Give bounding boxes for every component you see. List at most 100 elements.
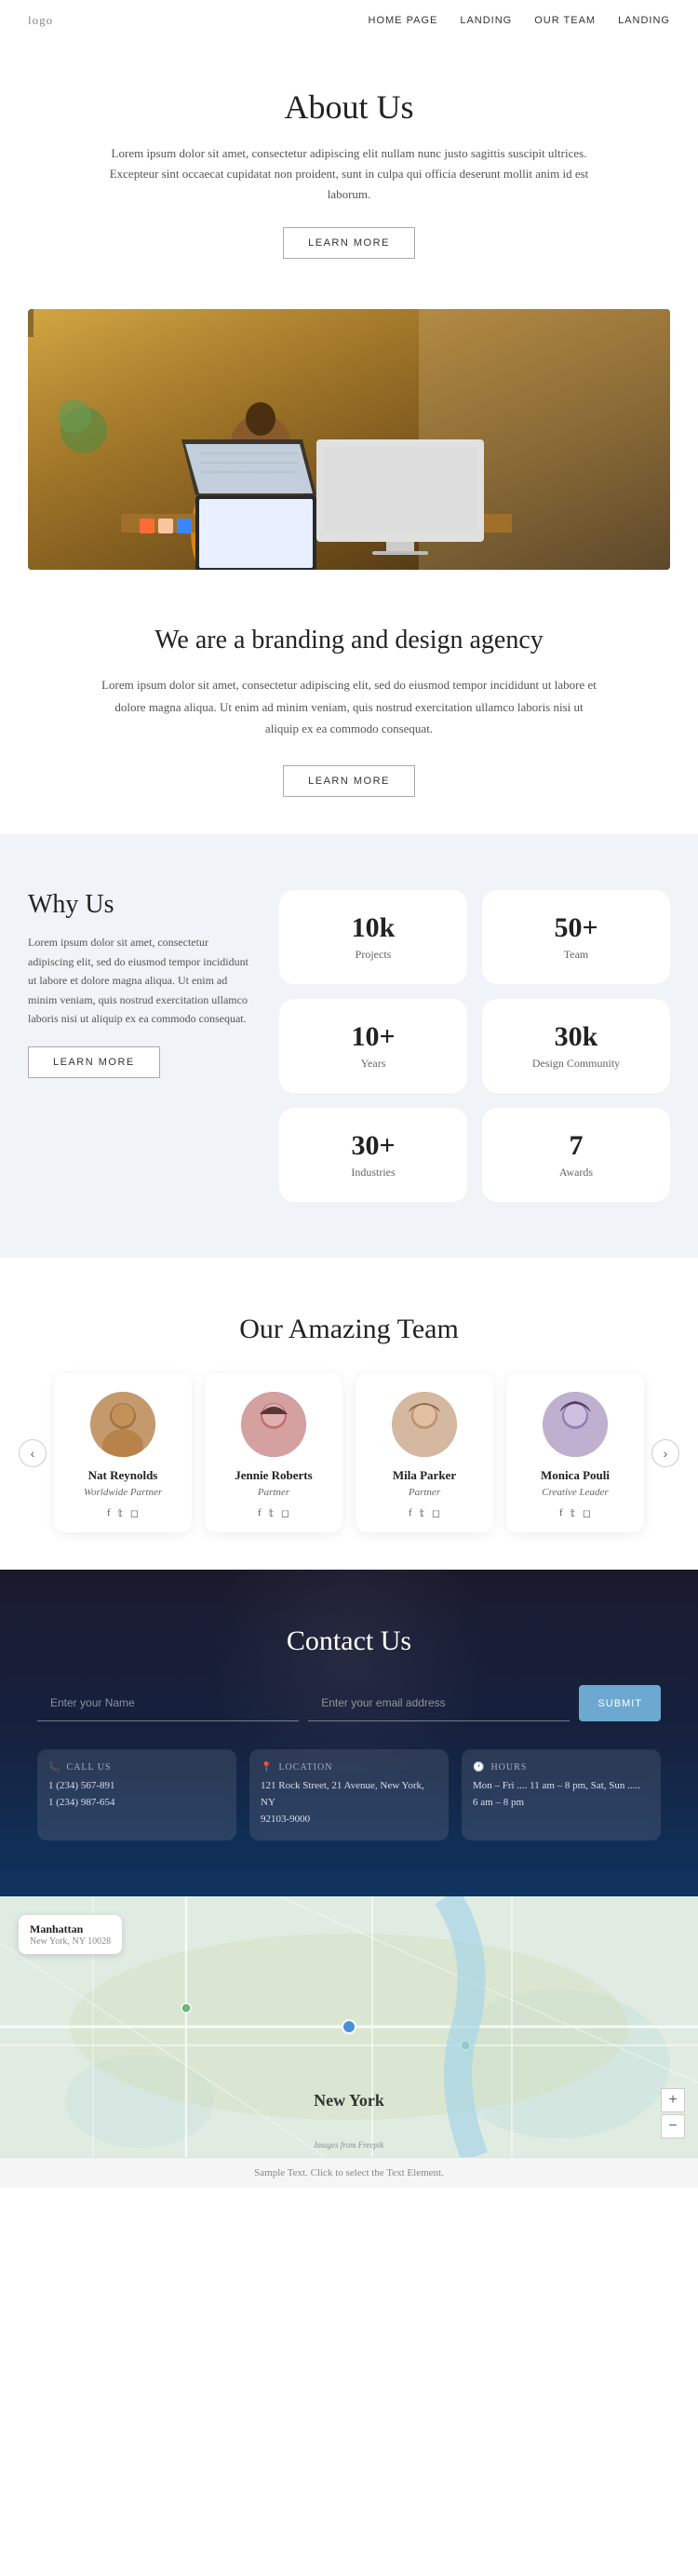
stat-ind-label: Industries — [298, 1166, 449, 1180]
avatar-monica — [543, 1392, 608, 1457]
contact-call-card: 📞 CALL US 1 (234) 567-891 1 (234) 987-65… — [37, 1749, 236, 1841]
team-card-4: Monica Pouli Creative Leader f 𝕥 ◻ — [506, 1373, 644, 1532]
call-line2: 1 (234) 987-654 — [48, 1795, 225, 1812]
team-cards: Nat Reynolds Worldwide Partner f 𝕥 ◻ — [47, 1373, 651, 1532]
hours-title: 🕐 HOURS — [473, 1762, 650, 1773]
contact-name-input[interactable] — [37, 1685, 299, 1721]
hero-image — [28, 309, 670, 570]
instagram-icon-3[interactable]: ◻ — [432, 1507, 440, 1519]
stat-projects: 10k Projects — [279, 890, 467, 984]
team-title: Our Amazing Team — [19, 1314, 679, 1345]
branding-title: We are a branding and design agency — [74, 626, 624, 655]
team-section: Our Amazing Team ‹ Nat Reynolds Worldwid… — [0, 1258, 698, 1570]
facebook-icon-3[interactable]: f — [409, 1507, 412, 1519]
branding-learn-more-button[interactable]: LEARN MORE — [283, 765, 415, 797]
footer-bar: Sample Text. Click to select the Text El… — [0, 2157, 698, 2188]
location-line1: 121 Rock Street, 21 Avenue, New York, NY — [261, 1778, 437, 1811]
stat-design-community: 30k Design Community — [482, 999, 670, 1093]
zoom-in-button[interactable]: + — [661, 2088, 685, 2112]
avatar-nat — [90, 1392, 155, 1457]
why-us-description: Lorem ipsum dolor sit amet, consectetur … — [28, 933, 251, 1028]
stat-years: 10+ Years — [279, 999, 467, 1093]
team-card-1: Nat Reynolds Worldwide Partner f 𝕥 ◻ — [54, 1373, 192, 1532]
twitter-icon-4[interactable]: 𝕥 — [570, 1507, 575, 1519]
nav-links: HOME PAGE LANDING OUR TEAM LANDING — [369, 15, 670, 26]
stat-aw-number: 7 — [501, 1130, 651, 1162]
facebook-icon-1[interactable]: f — [107, 1507, 111, 1519]
nav-home[interactable]: HOME PAGE — [369, 15, 438, 26]
contact-email-input[interactable] — [308, 1685, 570, 1721]
about-learn-more-button[interactable]: LEARN MORE — [283, 227, 415, 259]
stat-ind-number: 30+ — [298, 1130, 449, 1162]
team-card-2: Jennie Roberts Partner f 𝕥 ◻ — [205, 1373, 342, 1532]
contact-hours-card: 🕐 HOURS Mon – Fri .... 11 am – 8 pm, Sat… — [462, 1749, 661, 1841]
map-city: Manhattan — [30, 1922, 111, 1936]
location-line2: 92103-9000 — [261, 1812, 437, 1828]
why-us-section: Why Us Lorem ipsum dolor sit amet, conse… — [0, 834, 698, 1258]
member-name-1: Nat Reynolds — [67, 1468, 179, 1483]
stat-years-label: Years — [298, 1057, 449, 1071]
instagram-icon-4[interactable]: ◻ — [583, 1507, 591, 1519]
carousel-next-button[interactable]: › — [651, 1439, 679, 1467]
call-title: 📞 CALL US — [48, 1762, 225, 1773]
contact-submit-button[interactable]: SUBMIT — [579, 1685, 661, 1721]
member-role-3: Partner — [369, 1487, 480, 1498]
member-name-3: Mila Parker — [369, 1468, 480, 1483]
zoom-out-button[interactable]: − — [661, 2114, 685, 2138]
stat-awards: 7 Awards — [482, 1108, 670, 1202]
stat-team: 50+ Team — [482, 890, 670, 984]
instagram-icon-2[interactable]: ◻ — [281, 1507, 289, 1519]
social-icons-1: f 𝕥 ◻ — [67, 1507, 179, 1519]
member-name-4: Monica Pouli — [519, 1468, 631, 1483]
stat-dc-number: 30k — [501, 1021, 651, 1053]
stat-aw-label: Awards — [501, 1166, 651, 1180]
navbar: logo HOME PAGE LANDING OUR TEAM LANDING — [0, 0, 698, 41]
stat-industries: 30+ Industries — [279, 1108, 467, 1202]
why-us-left: Why Us Lorem ipsum dolor sit amet, conse… — [28, 890, 251, 1078]
member-role-4: Creative Leader — [519, 1487, 631, 1498]
stat-projects-number: 10k — [298, 912, 449, 944]
social-icons-2: f 𝕥 ◻ — [218, 1507, 329, 1519]
branding-description: Lorem ipsum dolor sit amet, consectetur … — [98, 674, 600, 739]
why-us-learn-more-button[interactable]: LEARN MORE — [28, 1046, 160, 1078]
footer-text: Sample Text. Click to select the Text El… — [254, 2167, 444, 2178]
hours-line2: 6 am – 8 pm — [473, 1795, 650, 1812]
contact-form: SUBMIT — [37, 1685, 661, 1721]
branding-section: We are a branding and design agency Lore… — [0, 570, 698, 834]
twitter-icon-3[interactable]: 𝕥 — [420, 1507, 424, 1519]
location-title: 📍 LOCATION — [261, 1762, 437, 1773]
twitter-icon-2[interactable]: 𝕥 — [269, 1507, 274, 1519]
facebook-icon-2[interactable]: f — [258, 1507, 262, 1519]
call-line1: 1 (234) 567-891 — [48, 1778, 225, 1795]
why-us-title: Why Us — [28, 890, 251, 920]
team-card-3: Mila Parker Partner f 𝕥 ◻ — [356, 1373, 493, 1532]
nav-team[interactable]: OUR TEAM — [534, 15, 596, 26]
why-us-stats-grid: 10k Projects 50+ Team 10+ Years 30k Desi… — [279, 890, 670, 1202]
stat-dc-label: Design Community — [501, 1057, 651, 1071]
map-section: Manhattan New York, NY 10028 New York + … — [0, 1896, 698, 2157]
hero-svg — [28, 309, 670, 570]
social-icons-3: f 𝕥 ◻ — [369, 1507, 480, 1519]
facebook-icon-4[interactable]: f — [559, 1507, 563, 1519]
instagram-icon-1[interactable]: ◻ — [130, 1507, 139, 1519]
map-zoom-controls: + − — [661, 2088, 685, 2138]
logo: logo — [28, 13, 53, 28]
about-description: Lorem ipsum dolor sit amet, consectetur … — [88, 143, 610, 205]
map-state: New York, NY 10028 — [30, 1936, 111, 1947]
stat-team-label: Team — [501, 948, 651, 962]
clock-icon: 🕐 — [473, 1762, 485, 1773]
member-role-1: Worldwide Partner — [67, 1487, 179, 1498]
carousel-prev-button[interactable]: ‹ — [19, 1439, 47, 1467]
stat-years-number: 10+ — [298, 1021, 449, 1053]
contact-location-card: 📍 LOCATION 121 Rock Street, 21 Avenue, N… — [249, 1749, 449, 1841]
about-title: About Us — [74, 88, 624, 127]
nav-landing1[interactable]: LANDING — [460, 15, 512, 26]
stat-projects-label: Projects — [298, 948, 449, 962]
hours-line1: Mon – Fri .... 11 am – 8 pm, Sat, Sun ..… — [473, 1778, 650, 1795]
image-credit: Images from Freepik — [315, 2140, 384, 2150]
team-carousel: ‹ Nat Reynolds Worldwide Partner f 𝕥 — [19, 1373, 679, 1532]
twitter-icon-1[interactable]: 𝕥 — [118, 1507, 123, 1519]
contact-title: Contact Us — [37, 1625, 661, 1657]
member-role-2: Partner — [218, 1487, 329, 1498]
nav-landing2[interactable]: LANDING — [618, 15, 670, 26]
